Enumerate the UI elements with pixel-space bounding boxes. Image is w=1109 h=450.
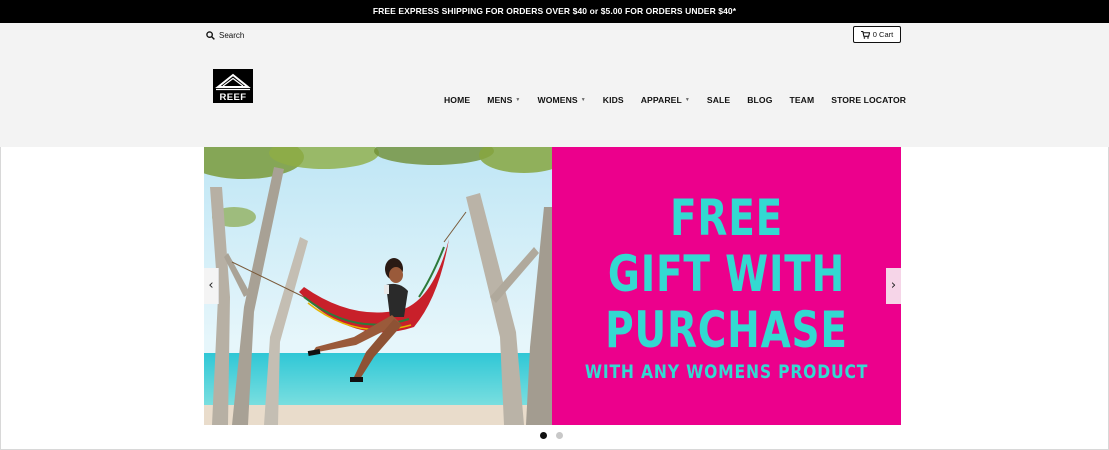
chevron-left-icon: ‹ bbox=[208, 278, 214, 293]
nav-item-label: SALE bbox=[706, 95, 731, 105]
slider-dot[interactable] bbox=[540, 432, 547, 439]
nav-item-label: STORE LOCATOR bbox=[831, 95, 907, 105]
nav-item-store-locator[interactable]: STORE LOCATOR bbox=[831, 95, 906, 105]
caret-down-icon: ▼ bbox=[580, 97, 586, 103]
chevron-right-icon: › bbox=[890, 278, 897, 293]
search-label: Search bbox=[219, 30, 245, 40]
promo-headline-2: GIFT WITH bbox=[607, 245, 846, 303]
nav-item-apparel[interactable]: APPAREL ▼ bbox=[641, 95, 690, 105]
main-nav: HOME MENS ▼ WOMENS ▼ KIDS APPAREL ▼ SALE BLOG TEAM… bbox=[444, 93, 906, 107]
announcement-text: FREE EXPRESS SHIPPING FOR ORDERS OVER $4… bbox=[372, 6, 737, 16]
nav-item-womens[interactable]: WOMENS ▼ bbox=[537, 95, 585, 105]
nav-item-label: APPAREL bbox=[640, 95, 682, 105]
nav-item-blog[interactable]: BLOG bbox=[747, 95, 772, 105]
hero-slider: FREE GIFT WITH PURCHASE WITH ANY WOMENS … bbox=[204, 147, 901, 425]
nav-item-sale[interactable]: SALE bbox=[707, 95, 730, 105]
slider-dot[interactable] bbox=[556, 432, 563, 439]
site-header: Search 0 Cart REEF HOME MENS ▼ WOMENS ▼ KIDS A… bbox=[0, 23, 1109, 147]
nav-item-mens[interactable]: MENS ▼ bbox=[487, 95, 520, 105]
promo-panel[interactable]: FREE GIFT WITH PURCHASE WITH ANY WOMENS … bbox=[552, 147, 901, 425]
nav-item-label: KIDS bbox=[602, 95, 624, 105]
slider-dots bbox=[540, 432, 563, 439]
search-icon bbox=[206, 30, 215, 40]
announcement-bar: FREE EXPRESS SHIPPING FOR ORDERS OVER $4… bbox=[0, 0, 1109, 23]
cart-label: 0 Cart bbox=[872, 30, 894, 39]
logo-text: REEF bbox=[220, 92, 247, 103]
nav-item-kids[interactable]: KIDS bbox=[603, 95, 624, 105]
nav-item-label: MENS bbox=[487, 95, 513, 105]
nav-item-label: TEAM bbox=[789, 95, 815, 105]
hammock-photo bbox=[204, 147, 552, 425]
cart-icon bbox=[860, 30, 870, 39]
slider-prev-button[interactable]: ‹ bbox=[204, 268, 219, 304]
promo-headline-3: PURCHASE bbox=[605, 301, 848, 359]
slider-next-button[interactable]: › bbox=[886, 268, 901, 304]
promo-subline: WITH ANY WOMENS PRODUCT bbox=[584, 361, 869, 383]
promo-headline-1: FREE bbox=[669, 189, 784, 247]
nav-item-label: BLOG bbox=[747, 95, 773, 105]
caret-down-icon: ▼ bbox=[515, 97, 521, 103]
nav-item-home[interactable]: HOME bbox=[444, 95, 470, 105]
reef-logo[interactable]: REEF bbox=[213, 69, 253, 103]
nav-item-label: WOMENS bbox=[537, 95, 578, 105]
search-link[interactable]: Search bbox=[206, 29, 244, 41]
nav-item-label: HOME bbox=[444, 95, 471, 105]
caret-down-icon: ▼ bbox=[684, 97, 690, 103]
nav-item-team[interactable]: TEAM bbox=[789, 95, 814, 105]
cart-button[interactable]: 0 Cart bbox=[853, 26, 901, 43]
